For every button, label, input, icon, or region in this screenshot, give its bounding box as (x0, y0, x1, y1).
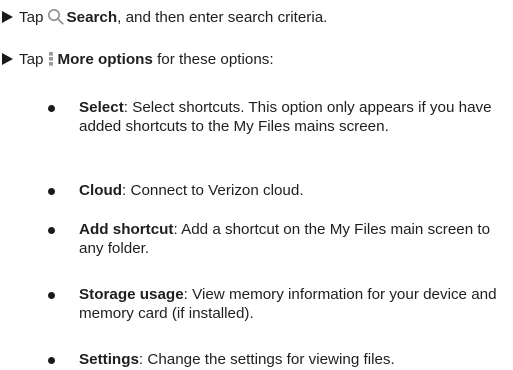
step-prefix: Tap (19, 9, 44, 26)
list-item: Cloud: Connect to Verizon cloud. (44, 181, 506, 220)
option-description: : Connect to Verizon cloud. (122, 182, 304, 199)
option-description: : Select shortcuts. This option only app… (79, 99, 492, 135)
bullet-icon (48, 105, 55, 112)
list-item: Storage usage: View memory information f… (44, 285, 506, 350)
step-prefix: Tap (19, 51, 44, 68)
step-search: Tap Search, and then enter search criteri… (0, 8, 327, 30)
option-term: Add shortcut (79, 221, 174, 238)
option-term: Storage usage (79, 286, 184, 303)
step-more-options: Tap More options for these options: (0, 50, 274, 72)
search-label: Search (66, 9, 118, 26)
search-icon (47, 8, 64, 30)
more-options-icon (47, 50, 55, 72)
instruction-page: Tap Search, and then enter search criteri… (0, 0, 513, 369)
bullet-icon (48, 227, 55, 234)
list-item: Add shortcut: Add a shortcut on the My F… (44, 220, 506, 285)
bullet-icon (48, 188, 55, 195)
list-item: Settings: Change the settings for viewin… (44, 350, 506, 370)
list-item: Select: Select shortcuts. This option on… (44, 98, 506, 181)
options-list: Select: Select shortcuts. This option on… (44, 98, 506, 370)
option-term: Settings (79, 351, 139, 368)
bullet-icon (48, 357, 55, 364)
option-term: Cloud (79, 182, 123, 199)
step-suffix: for these options: (152, 51, 274, 68)
step-arrow-icon (2, 11, 13, 23)
step-arrow-icon (2, 53, 13, 65)
option-description: : Change the settings for viewing files. (138, 351, 395, 368)
bullet-icon (48, 292, 55, 299)
option-term: Select (79, 99, 124, 116)
step-suffix: , and then enter search criteria. (117, 9, 328, 26)
more-options-label: More options (57, 51, 153, 68)
